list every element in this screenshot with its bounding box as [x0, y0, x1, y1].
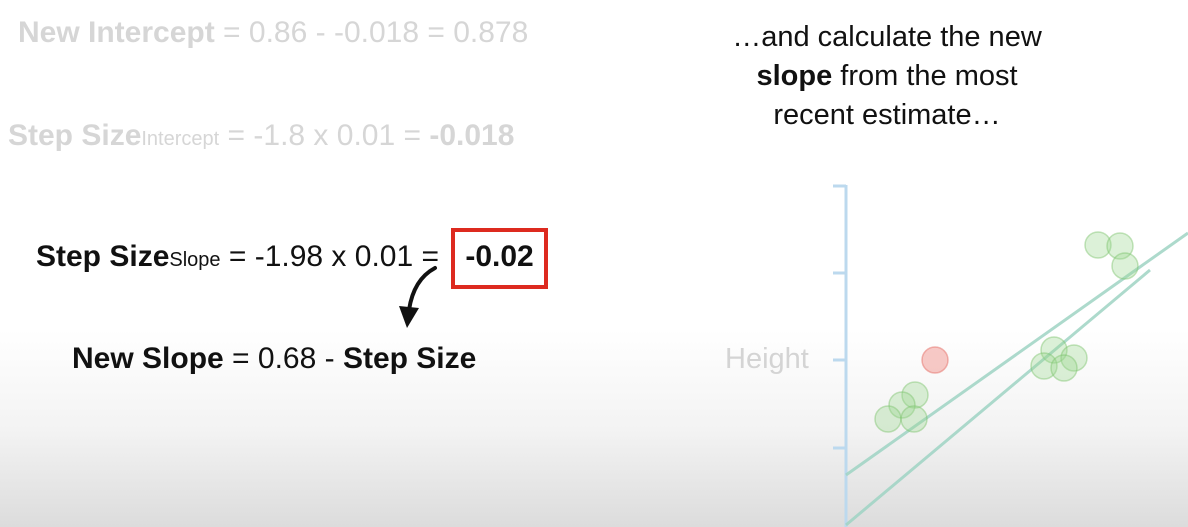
data-point	[874, 405, 902, 433]
new-slope-equation: New Slope = 0.68 - Step Size	[72, 342, 476, 376]
fit-lines	[845, 231, 1188, 527]
caption-line-2-rest: from the most	[832, 60, 1018, 92]
step-size-slope-equation: Step SizeSlope = -1.98 x 0.01 = -0.02	[36, 228, 548, 289]
data-point	[1050, 354, 1078, 382]
new-slope-step-label: Step Size	[342, 342, 477, 375]
caption-line-1: …and calculate the new	[732, 21, 1042, 53]
new-intercept-rhs: = 0.86 - -0.018 = 0.878	[214, 16, 529, 49]
scatter-plot	[833, 184, 1188, 527]
step-size-intercept-label: Step Size	[8, 119, 142, 152]
caption: …and calculate the new slope from the mo…	[694, 18, 1080, 135]
curved-arrow-icon	[399, 266, 437, 328]
step-size-slope-subscript: Slope	[169, 249, 221, 271]
y-axis	[833, 184, 848, 527]
step-size-intercept-subscript: Intercept	[141, 128, 220, 150]
step-size-intercept-result: -0.018	[429, 119, 515, 152]
data-points	[874, 231, 1139, 433]
data-point	[900, 405, 928, 433]
new-slope-rhs: = 0.68 -	[223, 342, 343, 375]
step-size-intercept-rhs: = -1.8 x 0.01 =	[219, 119, 430, 152]
step-size-intercept-equation: Step SizeIntercept = -1.8 x 0.01 = -0.01…	[8, 119, 514, 153]
highlighted-point	[921, 346, 949, 374]
new-slope-label: New Slope	[72, 342, 224, 375]
step-size-slope-result: -0.02	[451, 228, 548, 289]
new-intercept-label: New Intercept	[18, 16, 215, 49]
caption-line-2: slope from the most	[694, 57, 1080, 96]
data-point	[1111, 252, 1139, 280]
caption-bold-word: slope	[756, 60, 833, 92]
y-axis-label: Height	[725, 343, 809, 375]
new-intercept-equation: New Intercept = 0.86 - -0.018 = 0.878	[18, 16, 528, 50]
caption-line-3: recent estimate…	[773, 99, 1001, 131]
step-size-slope-label: Step Size	[36, 240, 170, 273]
